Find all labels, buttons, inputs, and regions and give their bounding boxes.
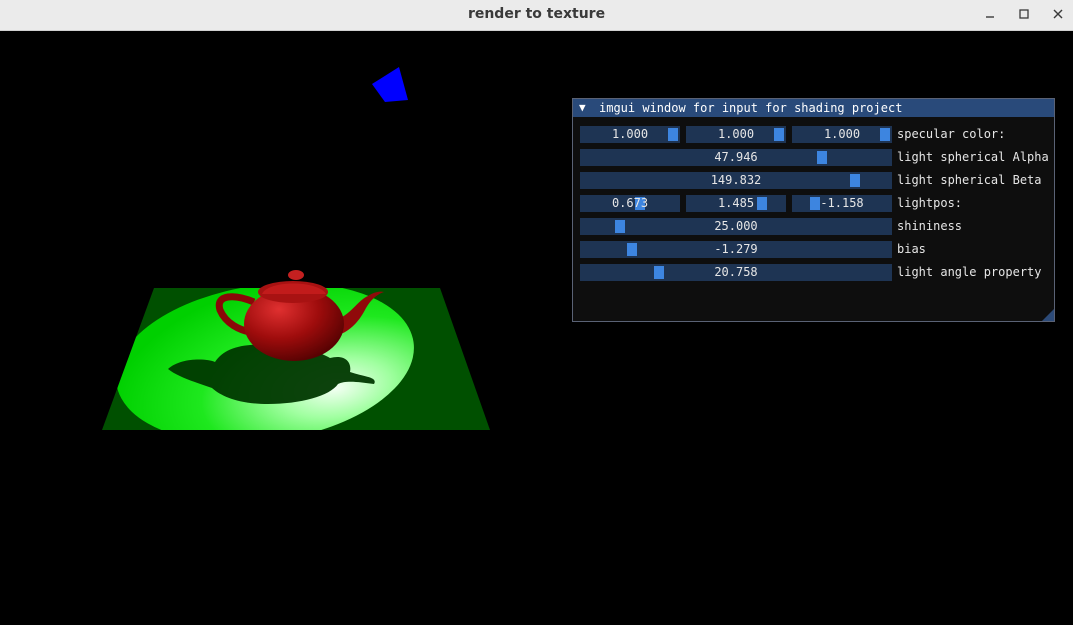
light-beta-slider[interactable]: 149.832 bbox=[580, 172, 892, 189]
window-title: render to texture bbox=[467, 6, 606, 22]
title-bar[interactable]: render to texture bbox=[0, 0, 1073, 31]
slider-value: 149.832 bbox=[710, 173, 762, 187]
specular-color-r-slider[interactable]: 1.000 bbox=[580, 126, 680, 143]
specular-color-b-slider[interactable]: 1.000 bbox=[792, 126, 892, 143]
slider-value: 25.000 bbox=[714, 219, 758, 233]
shininess-slider[interactable]: 25.000 bbox=[580, 218, 892, 235]
minimize-button[interactable] bbox=[978, 4, 1002, 24]
close-button[interactable] bbox=[1046, 4, 1070, 24]
shininess-label: shininess bbox=[897, 219, 963, 233]
slider-value: 1.485 bbox=[717, 196, 755, 210]
light-alpha-label: light spherical Alpha bbox=[897, 150, 1049, 164]
light-beta-label: light spherical Beta bbox=[897, 173, 1042, 187]
slider-value: -1.279 bbox=[714, 242, 758, 256]
light-alpha-slider[interactable]: 47.946 bbox=[580, 149, 892, 166]
close-icon bbox=[1053, 9, 1063, 19]
lightpos-label: lightpos: bbox=[897, 196, 963, 210]
imgui-window-title: imgui window for input for shading proje… bbox=[599, 101, 903, 115]
imgui-title-bar[interactable]: ▼ imgui window for input for shading pro… bbox=[573, 99, 1054, 117]
bias-label: bias bbox=[897, 242, 926, 256]
slider-value: 20.758 bbox=[714, 265, 758, 279]
slider-value: 1.000 bbox=[611, 127, 649, 141]
specular-color-g-slider[interactable]: 1.000 bbox=[686, 126, 786, 143]
imgui-window[interactable]: ▼ imgui window for input for shading pro… bbox=[572, 98, 1055, 322]
slider-value: 1.000 bbox=[823, 127, 861, 141]
specular-color-label: specular color: bbox=[897, 127, 1006, 141]
light-marker bbox=[372, 67, 408, 102]
slider-value: 1.000 bbox=[717, 127, 755, 141]
lightpos-y-slider[interactable]: 1.485 bbox=[686, 195, 786, 212]
lightpos-x-slider[interactable]: 0.673 bbox=[580, 195, 680, 212]
light-angle-label: light angle property bbox=[897, 265, 1042, 279]
slider-value: 47.946 bbox=[714, 150, 758, 164]
maximize-button[interactable] bbox=[1012, 4, 1036, 24]
minimize-icon bbox=[986, 16, 994, 18]
slider-value: -1.158 bbox=[820, 196, 864, 210]
bias-slider[interactable]: -1.279 bbox=[580, 241, 892, 258]
resize-grip[interactable] bbox=[1042, 309, 1054, 321]
light-angle-slider[interactable]: 20.758 bbox=[580, 264, 892, 281]
triangle-down-icon[interactable]: ▼ bbox=[579, 101, 586, 114]
lightpos-z-slider[interactable]: -1.158 bbox=[792, 195, 892, 212]
maximize-icon bbox=[1019, 9, 1029, 19]
slider-value: 0.673 bbox=[611, 196, 649, 210]
